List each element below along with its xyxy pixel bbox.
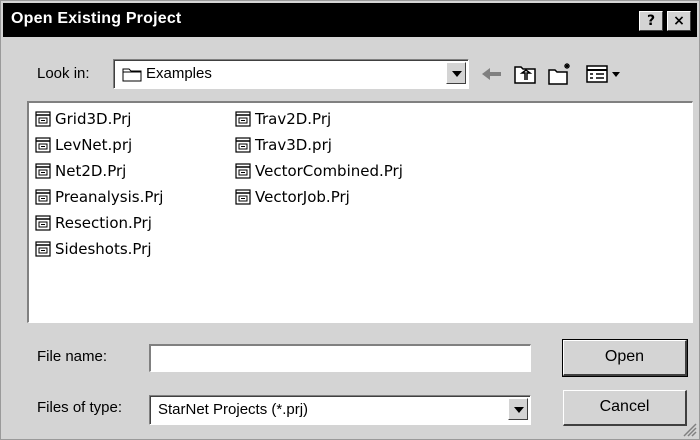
lookin-dropdown-button[interactable] xyxy=(446,62,466,84)
file-name: Trav3D.prj xyxy=(255,136,332,154)
back-arrow-icon[interactable] xyxy=(479,61,505,87)
cancel-button[interactable]: Cancel xyxy=(563,390,687,426)
project-file-icon xyxy=(35,215,51,231)
project-file-icon xyxy=(35,163,51,179)
open-project-dialog: Open Existing Project ? × Look in: Examp… xyxy=(0,0,700,440)
resize-grip-icon[interactable] xyxy=(681,421,697,437)
help-button[interactable]: ? xyxy=(639,11,663,31)
project-file-icon xyxy=(235,189,251,205)
project-file-icon xyxy=(235,137,251,153)
project-file-icon xyxy=(35,111,51,127)
filename-input[interactable] xyxy=(149,344,531,372)
lookin-label: Look in: xyxy=(37,65,90,82)
file-name: VectorJob.Prj xyxy=(255,188,350,206)
up-folder-icon[interactable] xyxy=(513,61,537,87)
filetype-dropdown-button[interactable] xyxy=(508,398,528,420)
file-name: Sideshots.Prj xyxy=(55,240,152,258)
project-file-icon xyxy=(235,163,251,179)
project-file-icon xyxy=(35,137,51,153)
file-name: Preanalysis.Prj xyxy=(55,188,164,206)
new-folder-icon[interactable] xyxy=(547,61,573,87)
filetype-combobox[interactable]: StarNet Projects (*.prj) xyxy=(149,395,531,425)
open-button[interactable]: Open xyxy=(562,339,688,377)
lookin-value: Examples xyxy=(146,65,212,82)
file-name: Grid3D.Prj xyxy=(55,110,132,128)
project-file-icon xyxy=(35,241,51,257)
lookin-combobox[interactable]: Examples xyxy=(113,59,469,89)
view-menu-icon[interactable] xyxy=(585,61,625,87)
file-name: Trav2D.Prj xyxy=(255,110,332,128)
filetype-value: StarNet Projects (*.prj) xyxy=(158,401,309,418)
filetype-label: Files of type: xyxy=(37,399,123,416)
title-bar[interactable]: Open Existing Project ? × xyxy=(3,3,697,37)
folder-icon xyxy=(122,68,142,82)
file-name: VectorCombined.Prj xyxy=(255,162,403,180)
dialog-title: Open Existing Project xyxy=(11,10,182,27)
file-name: LevNet.prj xyxy=(55,136,133,154)
file-name: Net2D.Prj xyxy=(55,162,127,180)
project-file-icon xyxy=(35,189,51,205)
project-file-icon xyxy=(235,111,251,127)
filename-label: File name: xyxy=(37,348,108,365)
file-name: Resection.Prj xyxy=(55,214,152,232)
file-list[interactable]: Grid3D.Prj LevNet.prj Net2D.Prj Preanalysis… xyxy=(27,101,693,323)
close-button[interactable]: × xyxy=(667,11,691,31)
